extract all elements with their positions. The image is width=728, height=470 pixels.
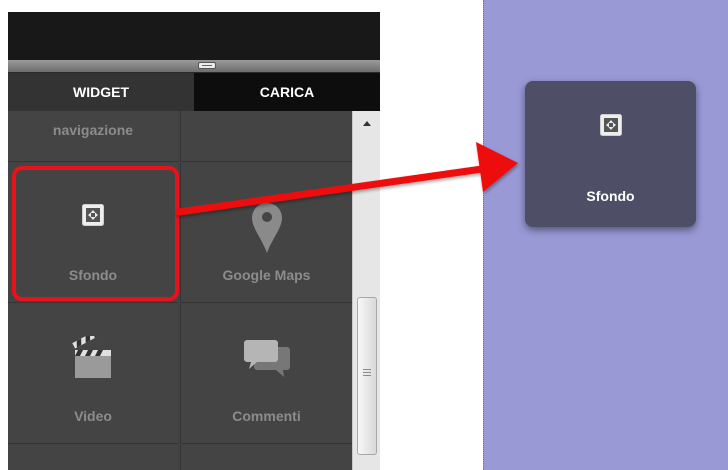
- widget-label: Sfondo: [68, 267, 118, 283]
- tab-carica[interactable]: CARICA: [194, 73, 380, 111]
- widget-partial-bottom-left[interactable]: [8, 445, 178, 470]
- resize-handle[interactable]: [198, 62, 216, 69]
- drag-preview-label: Sfondo: [586, 188, 635, 204]
- widget-label: Google Maps: [222, 267, 311, 283]
- widget-google-maps[interactable]: Google Maps: [180, 163, 352, 303]
- background-expand-icon: [81, 203, 105, 232]
- speech-bubbles-icon: [243, 337, 291, 388]
- widget-label: navigazione: [52, 122, 134, 138]
- map-pin-icon: [250, 201, 284, 260]
- widget-label: Commenti: [232, 408, 301, 424]
- scrollbar-thumb[interactable]: [357, 297, 377, 455]
- panel-tabs: WIDGET CARICA: [8, 73, 380, 111]
- scroll-up-arrow-icon[interactable]: [353, 111, 380, 135]
- widget-navigazione[interactable]: navigazione: [8, 111, 178, 162]
- background-expand-icon: [599, 113, 623, 142]
- widget-label: Video: [74, 408, 112, 424]
- drag-preview-sfondo[interactable]: Sfondo: [525, 81, 696, 227]
- clapperboard-icon: [72, 326, 114, 385]
- panel-resize-bar[interactable]: [8, 60, 380, 73]
- page-canvas[interactable]: [483, 0, 728, 470]
- widget-commenti[interactable]: Commenti: [180, 304, 352, 444]
- widget-sfondo[interactable]: Sfondo: [8, 163, 178, 303]
- tab-widget[interactable]: WIDGET: [8, 73, 194, 111]
- widget-video[interactable]: Video: [8, 304, 178, 444]
- widget-grid: navigazione Sfondo Google Maps Video Com…: [8, 111, 352, 470]
- vertical-scrollbar[interactable]: [352, 111, 380, 470]
- panel-header: [8, 12, 380, 60]
- thumb-grip-icon: [363, 369, 371, 378]
- widget-panel: WIDGET CARICA navigazione Sfondo Google …: [8, 12, 380, 470]
- widget-partial-bottom-right[interactable]: [180, 445, 352, 470]
- widget-partial-right[interactable]: [180, 111, 352, 162]
